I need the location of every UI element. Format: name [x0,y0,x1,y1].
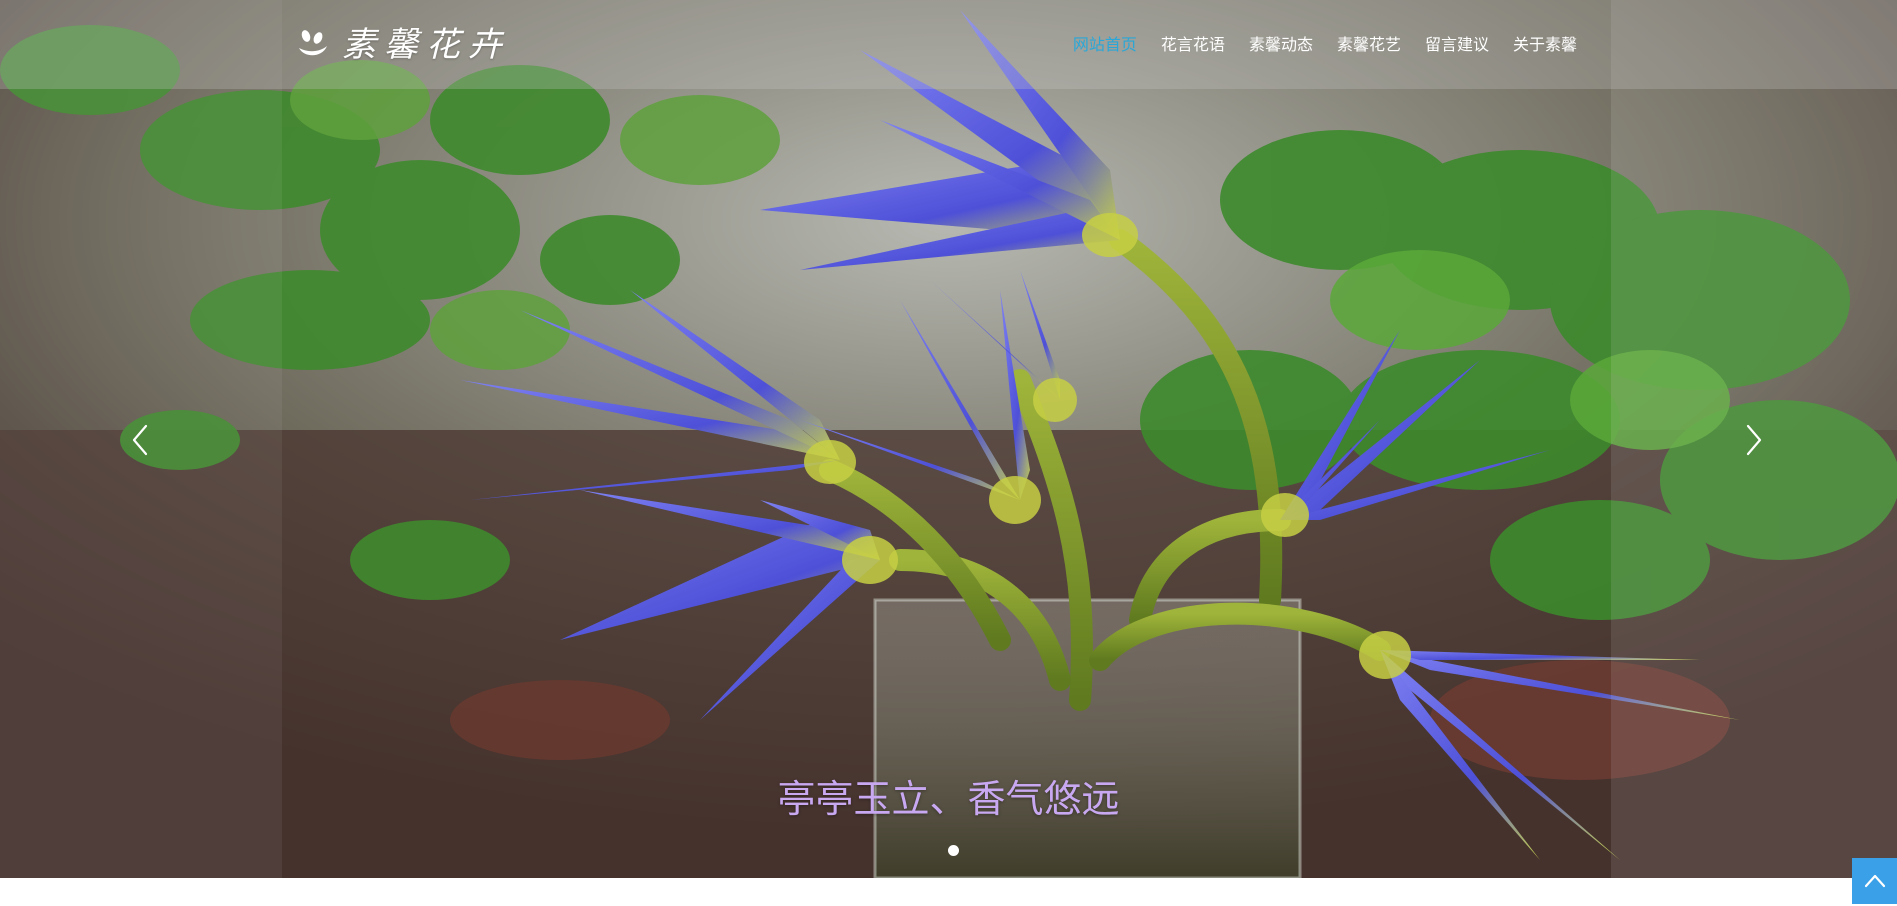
nav-item-home[interactable]: 网站首页 [1061,34,1149,58]
carousel-next-button[interactable] [1734,420,1774,460]
chevron-left-icon [132,424,148,456]
flower-logo-icon [299,30,327,56]
carousel-caption: 亭亭玉立、香气悠远 [777,777,1120,821]
nav-item-about[interactable]: 关于素馨 [1501,34,1589,58]
site-header: 素馨花卉 网站首页 花言花语 素馨动态 素馨花艺 留言建议 关于素馨 [0,0,1897,89]
main-nav: 网站首页 花言花语 素馨动态 素馨花艺 留言建议 关于素馨 [1061,34,1589,58]
site-logo[interactable]: 素馨花卉 [296,24,510,66]
page: 亭亭玉立、香气悠远 素馨花卉 网站首页 花言花语 素馨动态 素馨花艺 留言建议 … [0,0,1897,906]
nav-item-floral-art[interactable]: 素馨花艺 [1325,34,1413,58]
chevron-up-icon [1864,874,1885,888]
nav-item-news[interactable]: 素馨动态 [1237,34,1325,58]
carousel-indicator-1[interactable] [947,845,959,856]
carousel-indicators [0,845,1897,856]
hero-carousel: 亭亭玉立、香气悠远 [0,0,1897,878]
nav-item-feedback[interactable]: 留言建议 [1413,34,1501,58]
nav-item-flower-language[interactable]: 花言花语 [1149,34,1237,58]
chevron-right-icon [1746,424,1762,456]
carousel-prev-button[interactable] [120,420,160,460]
back-to-top-button[interactable] [1852,858,1897,904]
logo-text: 素馨花卉 [342,25,510,65]
